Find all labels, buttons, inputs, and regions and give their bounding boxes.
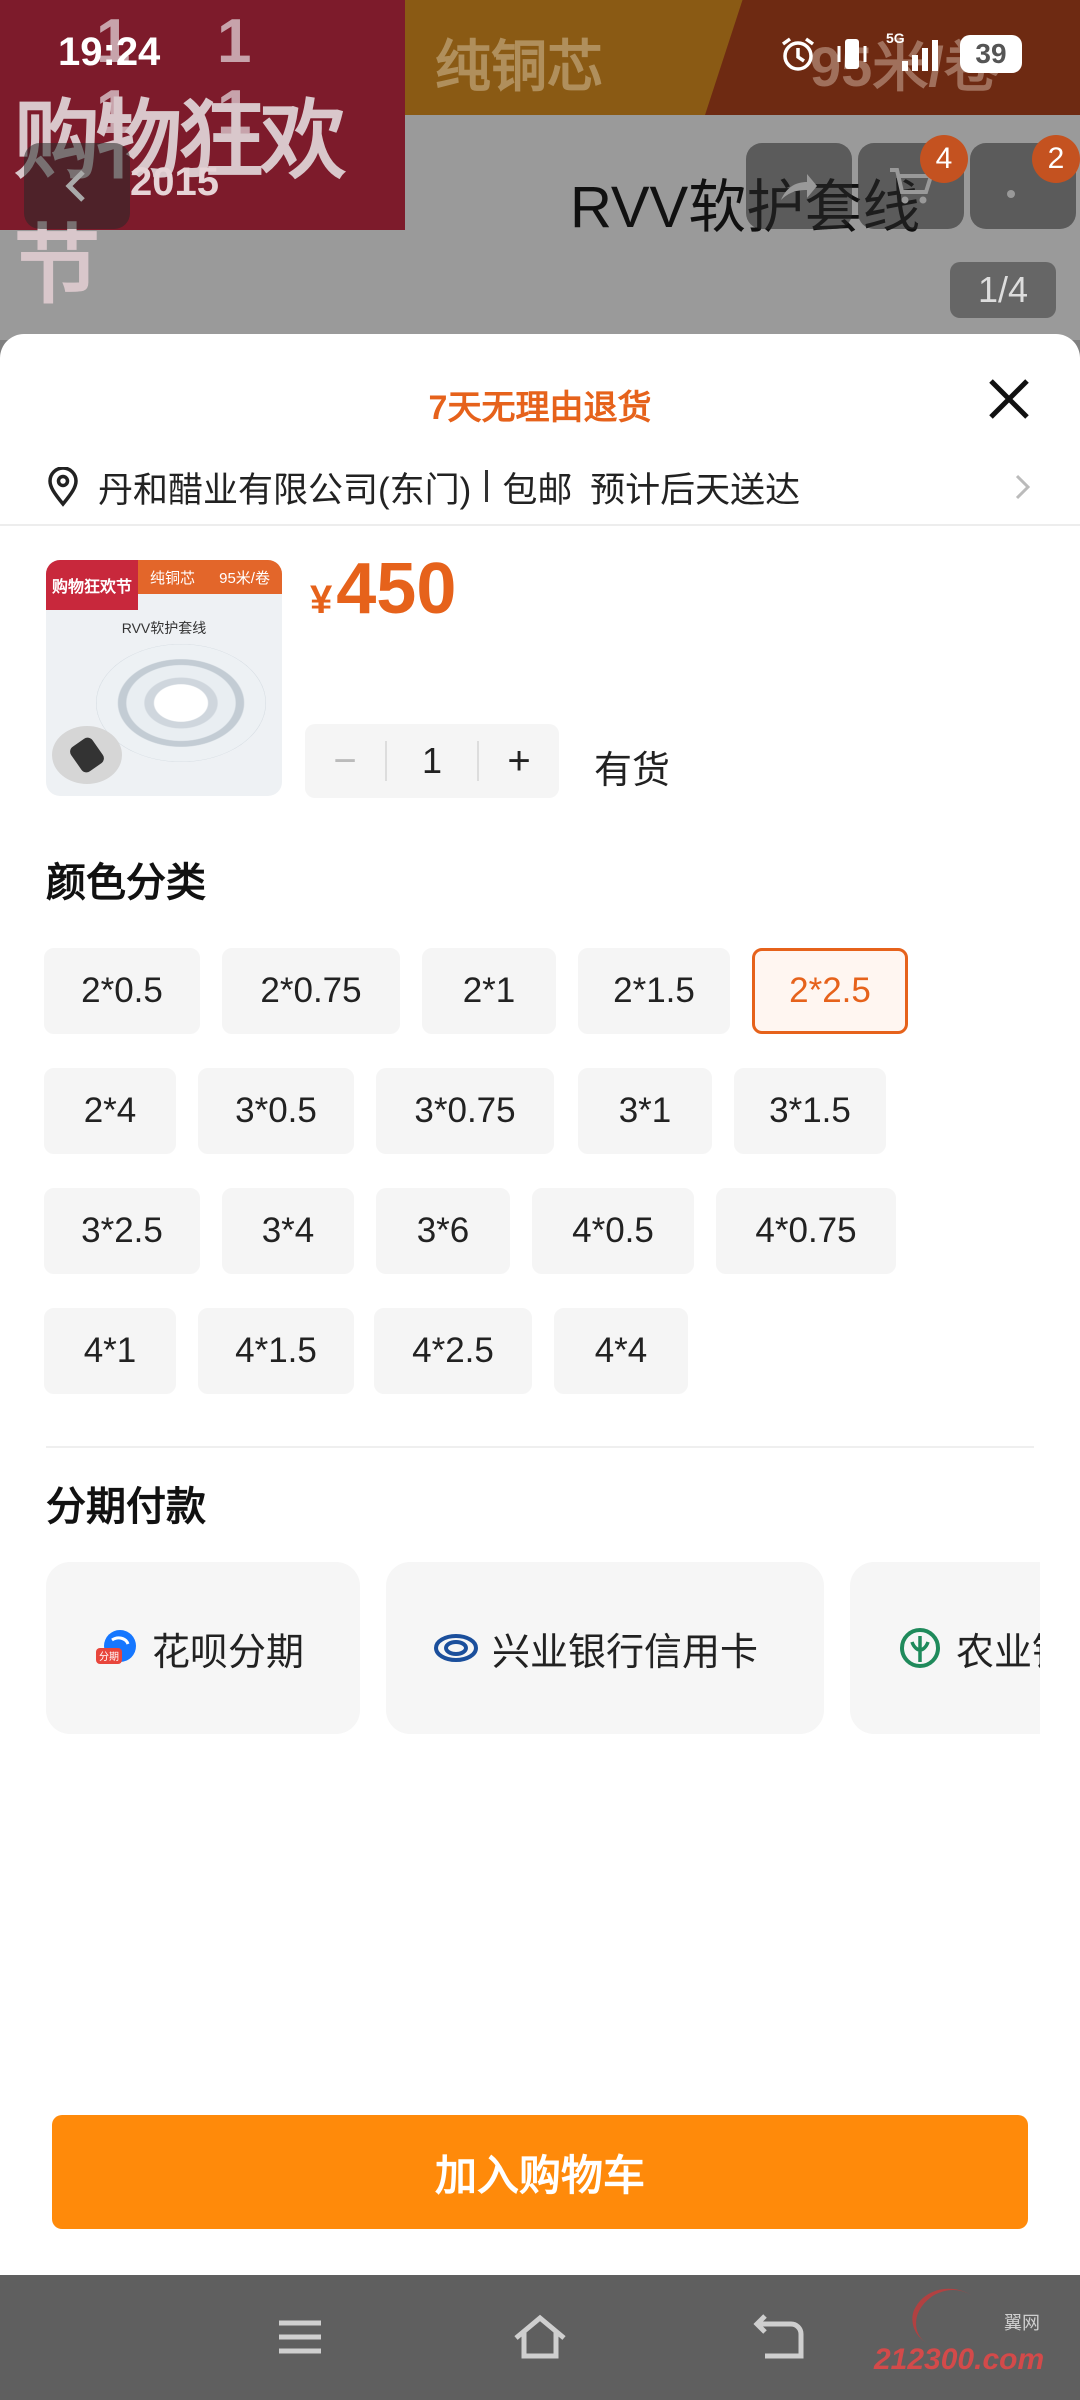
thumb-product-label: RVV软护套线 xyxy=(121,620,207,636)
cib-bank-icon xyxy=(434,1626,478,1670)
delivery-address-text: 丹和醋业有限公司(东门) 包邮 预计后天送达 xyxy=(98,462,800,513)
quantity-stepper: − 1 + xyxy=(305,724,559,798)
network-type: 5G xyxy=(886,30,905,46)
abc-bank-icon xyxy=(898,1626,942,1670)
shipping-text: 包邮 xyxy=(502,470,573,510)
color-option[interactable]: 3*0.75 xyxy=(376,1068,554,1154)
address-location: 丹和醋业有限公司(东门) xyxy=(98,470,472,510)
close-button[interactable] xyxy=(974,364,1044,434)
color-option[interactable]: 3*2.5 xyxy=(44,1188,200,1274)
installment-option-huabei[interactable]: 分期 花呗分期 xyxy=(46,1562,360,1734)
thumb-festival-label: 购物狂欢节 xyxy=(46,560,138,610)
installment-label: 兴业银行信用卡 xyxy=(492,1631,759,1674)
chevron-left-icon xyxy=(65,170,85,202)
color-option[interactable]: 4*0.75 xyxy=(716,1188,896,1274)
installment-label: 花呗分期 xyxy=(152,1631,305,1674)
back-nav-button[interactable] xyxy=(750,2307,810,2367)
quantity-increase-button[interactable]: + xyxy=(479,724,559,798)
watermark-small-text: 翼网 xyxy=(1004,2313,1040,2333)
status-icons: 5G 39 xyxy=(778,30,1022,74)
installment-option-cib[interactable]: 兴业银行信用卡 xyxy=(386,1562,824,1734)
color-option[interactable]: 3*1.5 xyxy=(734,1068,886,1154)
color-option[interactable]: 4*1.5 xyxy=(198,1308,354,1394)
color-option[interactable]: 2*0.5 xyxy=(44,948,200,1034)
section-divider xyxy=(46,1446,1034,1448)
chevron-right-icon xyxy=(1015,474,1031,500)
sku-selection-sheet: 7天无理由退货 丹和醋业有限公司(东门) 包邮 预计后天送达 购物狂欢节 纯铜芯 9… xyxy=(0,334,1080,2275)
color-option[interactable]: 2*1 xyxy=(422,948,556,1034)
back-arrow-icon xyxy=(753,2314,804,2359)
share-icon xyxy=(781,174,817,200)
status-bar: 19:24 5G 39 xyxy=(0,0,1080,110)
status-time: 19:24 xyxy=(58,30,161,74)
home-button[interactable] xyxy=(510,2307,570,2367)
color-option[interactable]: 3*4 xyxy=(222,1188,354,1274)
color-section-title: 颜色分类 xyxy=(46,861,206,905)
add-to-cart-button[interactable]: 加入购物车 xyxy=(52,2115,1028,2229)
message-badge: 2 xyxy=(1032,135,1080,183)
delivery-estimate: 预计后天送达 xyxy=(590,470,801,510)
menu-button[interactable] xyxy=(270,2307,330,2367)
cable-end-image xyxy=(52,726,122,784)
color-option[interactable]: 4*0.5 xyxy=(532,1188,694,1274)
product-thumbnail[interactable]: 购物狂欢节 纯铜芯 95米/卷 RVV软护套线 xyxy=(46,560,282,796)
installment-label: 农业银行信用卡 xyxy=(956,1631,1040,1674)
installment-options-scroller[interactable]: 分期 花呗分期 兴业银行信用卡 农业银行信用卡 xyxy=(0,1562,1040,1734)
price-currency: ¥ xyxy=(310,578,333,622)
quantity-value[interactable]: 1 xyxy=(387,740,477,782)
color-option[interactable]: 2*4 xyxy=(44,1068,176,1154)
alarm-icon xyxy=(778,34,818,74)
more-button[interactable]: 2 xyxy=(970,135,1080,229)
menu-icon xyxy=(279,2320,321,2354)
divider xyxy=(0,524,1080,526)
thumb-copper-strip: 纯铜芯 95米/卷 xyxy=(138,560,282,594)
color-option[interactable]: 3*1 xyxy=(578,1068,712,1154)
location-pin-icon xyxy=(48,467,78,507)
quantity-decrease-button[interactable]: − xyxy=(305,724,385,798)
cable-coil-image xyxy=(96,644,266,762)
thumb-spec-label: 95米/卷 xyxy=(219,569,270,587)
svg-text:分期: 分期 xyxy=(99,1651,119,1663)
color-option[interactable]: 4*4 xyxy=(554,1308,688,1394)
huabei-icon: 分期 xyxy=(94,1626,138,1670)
color-option[interactable]: 2*0.75 xyxy=(222,948,400,1034)
festival-year-text: 2015 xyxy=(130,160,219,204)
watermark-logo: 翼网 212300.com xyxy=(874,2273,1045,2387)
price-amount: 450 xyxy=(336,549,457,629)
share-button[interactable] xyxy=(746,143,852,229)
vibrate-icon xyxy=(832,34,872,74)
address-separator xyxy=(485,469,489,502)
color-option[interactable]: 2*1.5 xyxy=(578,948,730,1034)
color-option[interactable]: 3*0.5 xyxy=(198,1068,354,1154)
color-option[interactable]: 3*6 xyxy=(376,1188,510,1274)
product-price: ¥ 450 xyxy=(310,548,456,630)
color-option[interactable]: 4*2.5 xyxy=(374,1308,532,1394)
thumb-copper-label: 纯铜芯 xyxy=(150,569,196,587)
system-navigation-bar: 翼网 212300.com xyxy=(0,2273,1080,2400)
installment-section-title: 分期付款 xyxy=(46,1485,206,1529)
installment-option-abc[interactable]: 农业银行信用卡 xyxy=(850,1562,1040,1734)
color-option[interactable]: 4*1 xyxy=(44,1308,176,1394)
cart-nav-button[interactable]: 4 xyxy=(858,135,968,229)
delivery-address-row[interactable]: 丹和醋业有限公司(东门) 包邮 预计后天送达 xyxy=(46,452,1034,522)
stock-status: 有货 xyxy=(594,750,671,792)
color-option-selected[interactable]: 2*2.5 xyxy=(752,948,908,1034)
image-page-indicator: 1/4 xyxy=(950,262,1056,318)
return-policy-text: 7天无理由退货 xyxy=(428,389,652,427)
back-button[interactable] xyxy=(24,143,130,229)
signal-5g-icon: 5G xyxy=(886,30,946,74)
cart-badge: 4 xyxy=(920,135,968,183)
battery-indicator: 39 xyxy=(960,35,1022,73)
close-icon xyxy=(989,379,1029,419)
home-icon xyxy=(514,2314,566,2359)
watermark-site-text: 212300.com xyxy=(874,2343,1045,2376)
